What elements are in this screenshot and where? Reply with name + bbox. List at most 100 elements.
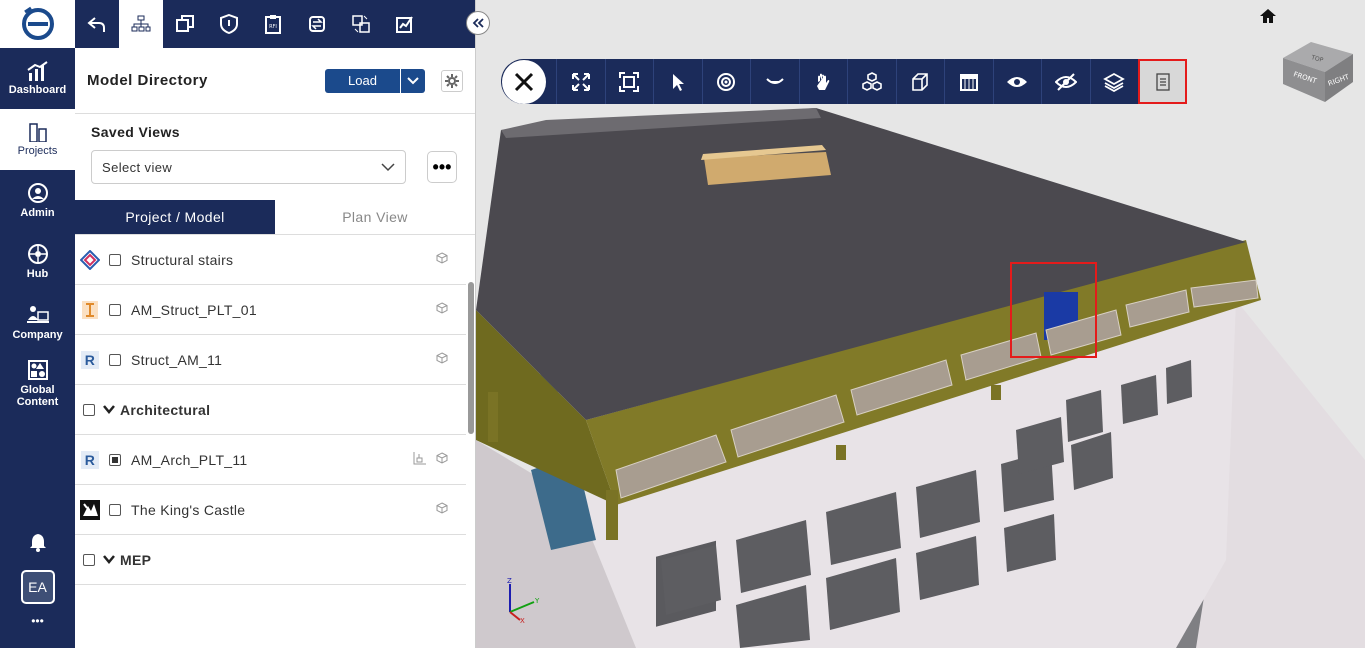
- smile-arc-icon: [766, 77, 784, 84]
- dashboard-icon: [26, 61, 48, 81]
- nav-hub[interactable]: Hub: [0, 231, 75, 292]
- chevron-down-icon[interactable]: [103, 553, 115, 567]
- model-tree-button[interactable]: [847, 59, 896, 104]
- list-item[interactable]: The King's Castle: [75, 485, 466, 535]
- cube-icon[interactable]: [436, 302, 452, 317]
- nav-company[interactable]: Company: [0, 292, 75, 353]
- show-hide-button[interactable]: [992, 59, 1042, 104]
- tab-project-model[interactable]: Project / Model: [75, 200, 275, 234]
- orbit-button[interactable]: [701, 59, 751, 104]
- collapse-panel-button[interactable]: [466, 11, 490, 35]
- undo-arrow-icon: [87, 17, 105, 32]
- fullscreen-button[interactable]: [556, 59, 605, 104]
- row-checkbox[interactable]: [109, 303, 121, 316]
- layers-settings-icon: [1103, 72, 1126, 92]
- panel-scrollbar[interactable]: [468, 282, 474, 434]
- admin-icon: [27, 183, 48, 203]
- sync-button[interactable]: [295, 0, 339, 48]
- model-name: Struct_AM_11: [131, 351, 223, 368]
- tab-plan-view[interactable]: Plan View: [275, 200, 475, 234]
- cube-icon[interactable]: [436, 502, 452, 517]
- axis-x-label: X: [520, 617, 525, 624]
- view-cube[interactable]: FRONT RIGHT TOP: [1281, 34, 1355, 109]
- nav-dashboard[interactable]: Dashboard: [0, 48, 75, 109]
- cube-view-button[interactable]: [895, 59, 945, 104]
- load-button[interactable]: Load: [325, 68, 425, 93]
- saved-views-more-button[interactable]: •••: [427, 151, 457, 183]
- axis-triad-icon: Z Y X: [507, 577, 540, 625]
- svg-text:R: R: [85, 352, 95, 368]
- group-row-architectural[interactable]: Architectural: [75, 385, 466, 435]
- nav-bottom: EA •••: [0, 532, 75, 628]
- bell-icon[interactable]: [29, 532, 47, 552]
- view-cube-icon[interactable]: FRONT RIGHT TOP: [1281, 34, 1355, 104]
- double-chevron-left-icon: [472, 18, 484, 28]
- model-viewer[interactable]: FRONT RIGHT TOP Z Y X: [476, 0, 1365, 648]
- list-item[interactable]: R Struct_AM_11: [75, 335, 466, 385]
- panel-tabs: Project / Model Plan View: [75, 200, 475, 235]
- viewer-toolbar: [501, 59, 1187, 104]
- cube-icon[interactable]: [436, 252, 452, 267]
- select-tool-button[interactable]: [653, 59, 702, 104]
- nav-label: Admin: [20, 207, 55, 219]
- shield-button[interactable]: [207, 0, 251, 48]
- chevron-down-icon: [407, 76, 419, 84]
- cube-icon[interactable]: [436, 352, 452, 367]
- layers-button[interactable]: [1089, 59, 1139, 104]
- tree-view-button[interactable]: [119, 0, 163, 48]
- close-viewer-button[interactable]: [502, 59, 546, 104]
- logo[interactable]: [0, 0, 75, 48]
- saved-views-row: Select view •••: [91, 150, 459, 184]
- row-checkbox-checked[interactable]: [109, 453, 121, 466]
- hide-button[interactable]: [1041, 59, 1090, 104]
- section-box-button[interactable]: [944, 59, 993, 104]
- row-checkbox[interactable]: [109, 353, 121, 366]
- nav-projects[interactable]: Projects: [0, 109, 75, 170]
- clipboard-rfi-icon: RFI: [265, 15, 281, 34]
- group-name: Architectural: [120, 401, 211, 418]
- load-label[interactable]: Load: [325, 68, 401, 93]
- close-icon: [514, 72, 534, 91]
- cube-icon[interactable]: [436, 452, 452, 467]
- look-around-button[interactable]: [750, 59, 799, 104]
- cursor-icon: [672, 73, 684, 91]
- model-list: Structural stairs AM_Struct_PLT_01 R Str…: [75, 235, 475, 585]
- nav-admin[interactable]: Admin: [0, 170, 75, 231]
- svg-text:R: R: [85, 452, 95, 468]
- fit-view-button[interactable]: [604, 59, 654, 104]
- revit-icon: R: [80, 350, 100, 370]
- compare-button[interactable]: [339, 0, 383, 48]
- expand-arrows-icon: [571, 72, 590, 91]
- row-checkbox[interactable]: [109, 503, 121, 516]
- group-row-mep[interactable]: MEP: [75, 535, 466, 585]
- settings-button[interactable]: [441, 69, 463, 92]
- row-checkbox[interactable]: [109, 253, 121, 266]
- copy-button[interactable]: [163, 0, 207, 48]
- model-name: Structural stairs: [131, 251, 234, 268]
- axis-z-label: Z: [507, 577, 512, 585]
- back-button[interactable]: [75, 0, 119, 48]
- select-view-dropdown[interactable]: Select view: [91, 150, 406, 184]
- tekla-icon: [80, 249, 100, 270]
- list-item[interactable]: R AM_Arch_PLT_11: [75, 435, 466, 485]
- more-menu-icon[interactable]: •••: [31, 614, 44, 628]
- orbit-target-icon: [717, 72, 736, 91]
- avatar[interactable]: EA: [20, 570, 55, 604]
- home-view-button[interactable]: [1259, 8, 1277, 29]
- gear-icon: [445, 73, 459, 88]
- group-checkbox[interactable]: [83, 553, 95, 566]
- list-item[interactable]: AM_Struct_PLT_01: [75, 285, 466, 335]
- chevron-down-icon[interactable]: [103, 403, 115, 417]
- eye-icon: [1007, 76, 1028, 87]
- properties-panel-button[interactable]: [1138, 59, 1187, 104]
- plan-chart-icon[interactable]: [413, 451, 427, 468]
- pan-button[interactable]: [798, 59, 848, 104]
- group-checkbox[interactable]: [83, 403, 95, 416]
- load-dropdown-button[interactable]: [401, 69, 425, 93]
- projects-icon: [28, 123, 47, 142]
- list-item[interactable]: Structural stairs: [75, 235, 466, 285]
- report-button[interactable]: [383, 0, 427, 48]
- axis-triad: Z Y X: [504, 576, 544, 629]
- rfi-button[interactable]: RFI: [251, 0, 295, 48]
- nav-global-content[interactable]: Global Content: [0, 353, 75, 414]
